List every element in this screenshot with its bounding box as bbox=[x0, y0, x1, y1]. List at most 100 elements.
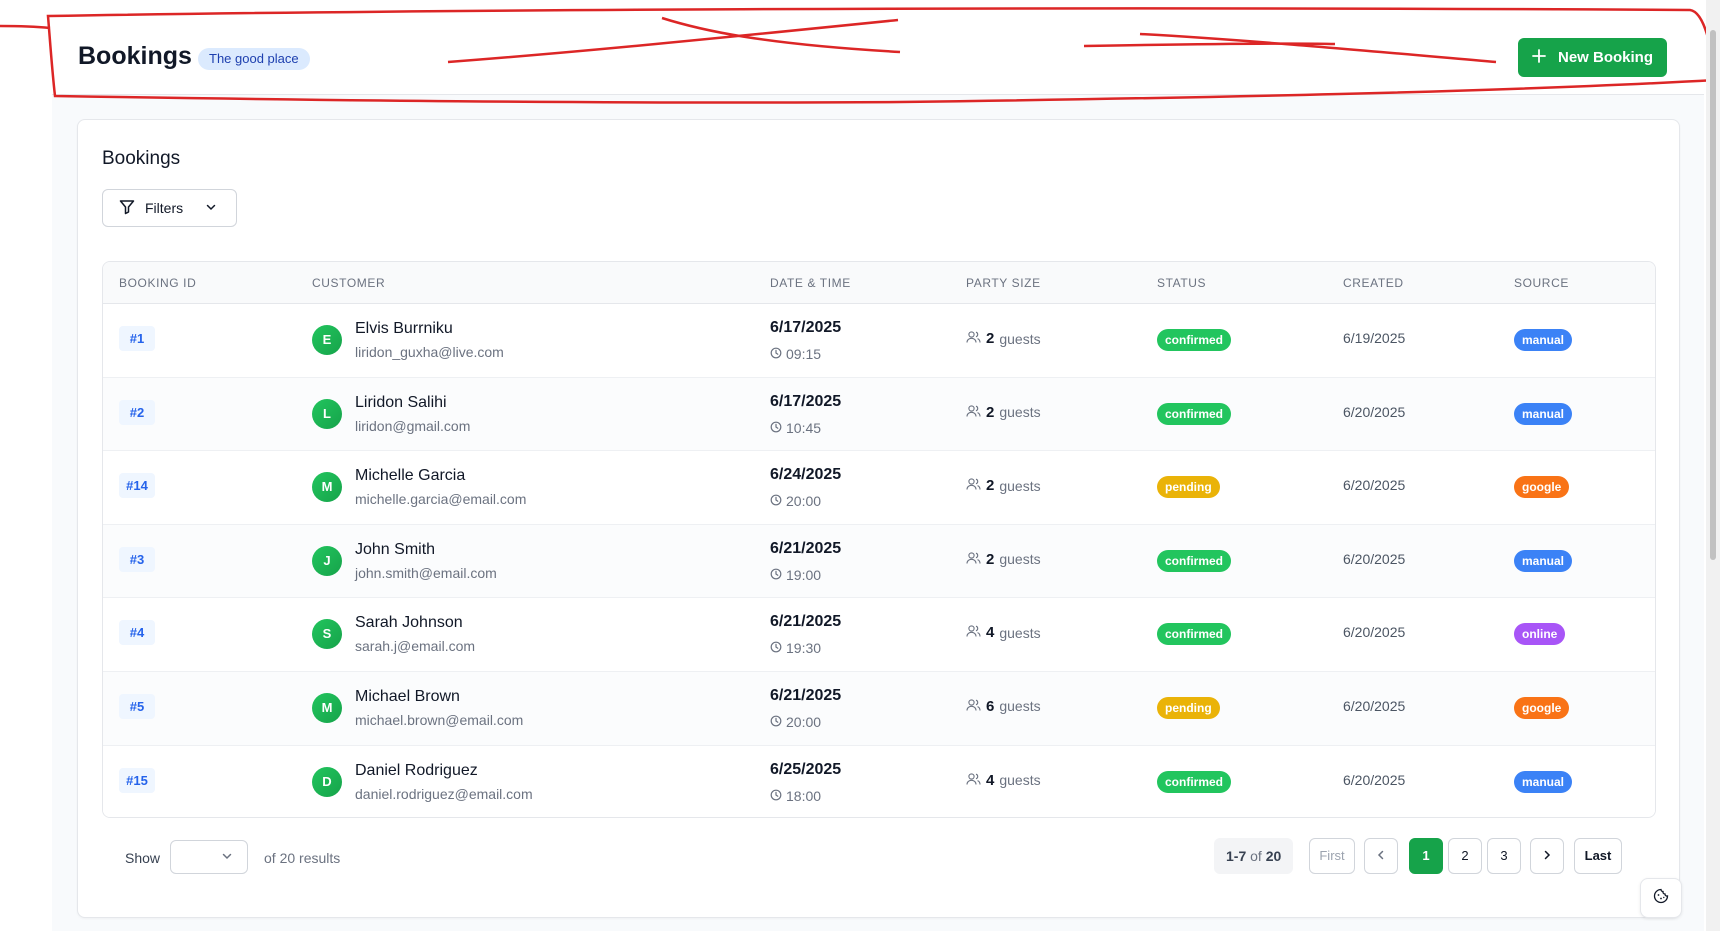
party-size: 2 guests bbox=[966, 477, 1041, 494]
party-unit: guests bbox=[999, 477, 1041, 494]
booking-id-link[interactable]: #2 bbox=[119, 399, 155, 425]
prev-page-button[interactable] bbox=[1364, 838, 1398, 874]
party-count: 4 bbox=[986, 624, 995, 642]
avatar: S bbox=[312, 619, 342, 650]
column-header-customer[interactable]: CUSTOMER bbox=[312, 276, 385, 290]
booking-date: 6/24/2025 bbox=[770, 466, 842, 484]
table-row[interactable]: #14 M Michelle Garcia michelle.garcia@email… bbox=[103, 451, 1655, 525]
customer-name: Liridon Salihi bbox=[355, 393, 447, 411]
column-header-status[interactable]: STATUS bbox=[1157, 276, 1206, 290]
filter-icon bbox=[119, 199, 135, 218]
status-badge: confirmed bbox=[1157, 623, 1232, 646]
party-count: 2 bbox=[986, 477, 995, 495]
status-badge: pending bbox=[1157, 476, 1220, 499]
column-header-source[interactable]: SOURCE bbox=[1514, 276, 1569, 290]
party-size: 4 guests bbox=[966, 772, 1041, 789]
booking-id-link[interactable]: #4 bbox=[119, 620, 155, 646]
chevron-left-icon bbox=[1376, 848, 1386, 863]
users-icon bbox=[966, 551, 981, 568]
table-body: #1 E Elvis Burrniku liridon_guxha@live.com 6… bbox=[103, 304, 1655, 817]
created-date: 6/20/2025 bbox=[1343, 403, 1406, 420]
customer-email: john.smith@email.com bbox=[355, 564, 497, 581]
cookie-icon bbox=[1653, 888, 1669, 909]
booking-id-link[interactable]: #14 bbox=[119, 473, 155, 499]
clock-icon bbox=[770, 788, 782, 804]
page-scrollbar[interactable] bbox=[1706, 0, 1720, 931]
column-header-booking-id[interactable]: BOOKING ID bbox=[119, 276, 196, 290]
booking-id-link[interactable]: #5 bbox=[119, 693, 155, 719]
table-row[interactable]: #15 D Daniel Rodriguez daniel.rodriguez@ema… bbox=[103, 745, 1655, 817]
page-button-2[interactable]: 2 bbox=[1448, 838, 1482, 874]
source-badge: manual bbox=[1514, 549, 1573, 572]
created-date: 6/20/2025 bbox=[1343, 550, 1406, 567]
column-header-party-size[interactable]: PARTY SIZE bbox=[966, 276, 1041, 290]
next-page-button[interactable] bbox=[1530, 838, 1564, 874]
first-page-button[interactable]: First bbox=[1309, 838, 1355, 874]
cookie-settings-button[interactable] bbox=[1640, 878, 1682, 918]
party-unit: guests bbox=[999, 404, 1041, 421]
created-date: 6/20/2025 bbox=[1343, 477, 1406, 494]
booking-time: 10:45 bbox=[770, 420, 821, 436]
page-header: Bookings The good place New Booking bbox=[52, 0, 1704, 95]
booking-time-text: 10:45 bbox=[786, 419, 822, 436]
pagination-range: 1-7 of 20 bbox=[1214, 838, 1294, 874]
page-size-select[interactable] bbox=[170, 840, 248, 874]
table-row[interactable]: #1 E Elvis Burrniku liridon_guxha@live.com 6… bbox=[103, 304, 1655, 378]
customer-email: michael.brown@email.com bbox=[355, 711, 524, 728]
last-page-button[interactable]: Last bbox=[1574, 838, 1622, 874]
clock-icon bbox=[770, 640, 782, 656]
booking-time: 19:00 bbox=[770, 567, 821, 583]
booking-time: 20:00 bbox=[770, 714, 821, 730]
table-row[interactable]: #5 M Michael Brown michael.brown@email.com 6… bbox=[103, 671, 1655, 746]
created-date: 6/20/2025 bbox=[1343, 697, 1406, 714]
page-button-3[interactable]: 3 bbox=[1487, 838, 1521, 874]
source-badge: online bbox=[1514, 623, 1566, 646]
customer-name: Daniel Rodriguez bbox=[355, 761, 478, 779]
created-date: 6/19/2025 bbox=[1343, 330, 1406, 346]
filters-button[interactable]: Filters bbox=[102, 189, 237, 227]
clock-icon bbox=[770, 346, 782, 362]
source-badge: manual bbox=[1514, 329, 1573, 351]
new-booking-label: New Booking bbox=[1557, 49, 1653, 66]
users-icon bbox=[966, 772, 981, 789]
booking-id-link[interactable]: #15 bbox=[119, 767, 155, 793]
plus-icon bbox=[1532, 48, 1546, 67]
status-badge: confirmed bbox=[1157, 770, 1232, 793]
status-badge: confirmed bbox=[1157, 402, 1232, 425]
booking-time-text: 20:00 bbox=[786, 493, 822, 510]
users-icon bbox=[966, 477, 981, 494]
column-header-date-time[interactable]: DATE & TIME bbox=[770, 276, 851, 290]
clock-icon bbox=[770, 567, 782, 583]
party-size: 2 guests bbox=[966, 551, 1041, 568]
table-row[interactable]: #4 S Sarah Johnson sarah.j@email.com 6/21/20… bbox=[103, 598, 1655, 672]
new-booking-button[interactable]: New Booking bbox=[1518, 38, 1667, 77]
booking-time-text: 20:00 bbox=[786, 713, 822, 730]
booking-id-link[interactable]: #1 bbox=[119, 326, 155, 351]
booking-time: 20:00 bbox=[770, 493, 821, 509]
clock-icon bbox=[770, 714, 782, 730]
page-button-1[interactable]: 1 bbox=[1409, 838, 1443, 874]
customer-email: sarah.j@email.com bbox=[355, 638, 476, 655]
bookings-table: BOOKING ID CUSTOMER DATE & TIME PARTY SI… bbox=[102, 261, 1656, 818]
table-footer: Show of 20 results 1-7 of 20 First 1 2 3… bbox=[102, 838, 1654, 878]
filters-label: Filters bbox=[145, 200, 184, 216]
booking-time: 19:30 bbox=[770, 640, 821, 656]
source-badge: google bbox=[1514, 476, 1570, 499]
scrollbar-thumb[interactable] bbox=[1710, 30, 1716, 560]
column-header-created[interactable]: CREATED bbox=[1343, 276, 1404, 290]
created-date: 6/20/2025 bbox=[1343, 624, 1406, 641]
table-row[interactable]: #3 J John Smith john.smith@email.com 6/21/20… bbox=[103, 524, 1655, 599]
booking-date: 6/17/2025 bbox=[770, 319, 842, 336]
users-icon bbox=[966, 330, 981, 347]
customer-name: John Smith bbox=[355, 540, 436, 558]
party-count: 4 bbox=[986, 771, 995, 789]
party-count: 2 bbox=[986, 330, 995, 347]
booking-date: 6/21/2025 bbox=[770, 539, 842, 557]
booking-time-text: 09:15 bbox=[786, 346, 822, 362]
show-label: Show bbox=[125, 850, 161, 866]
source-badge: manual bbox=[1514, 770, 1573, 793]
booking-id-link[interactable]: #3 bbox=[119, 546, 155, 572]
table-row[interactable]: #2 L Liridon Salihi liridon@gmail.com 6/17/2… bbox=[103, 377, 1655, 452]
page-title: Bookings bbox=[78, 42, 192, 70]
booking-time-text: 18:00 bbox=[786, 787, 822, 804]
